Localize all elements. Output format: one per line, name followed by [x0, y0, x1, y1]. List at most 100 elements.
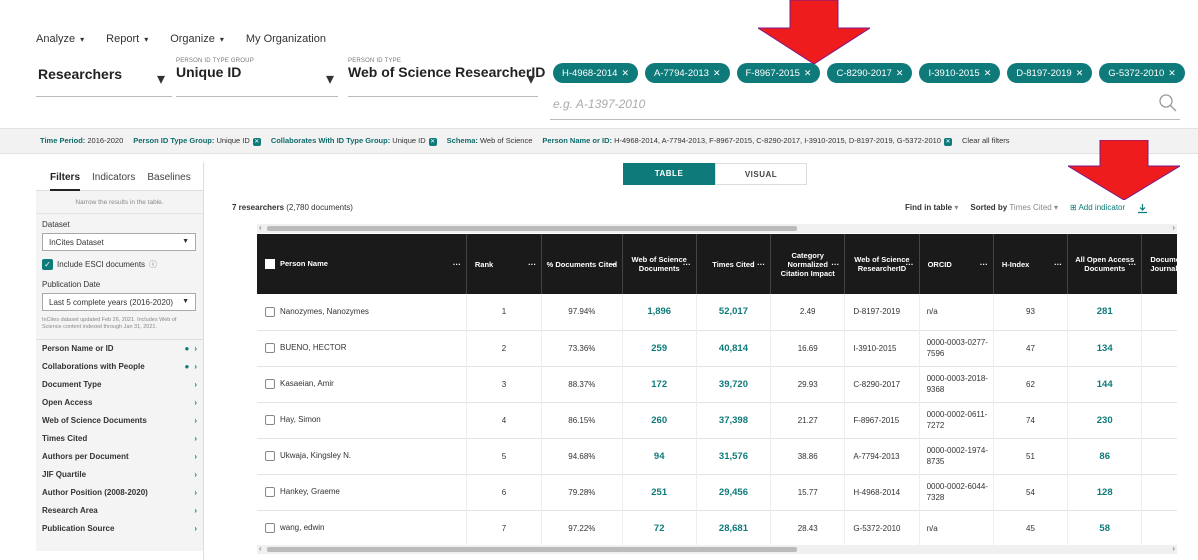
table-row[interactable]: Hankey, Graeme 6 79.28% 251 29,456 15.77 H-496…	[257, 474, 1177, 510]
row-checkbox[interactable]	[265, 306, 275, 317]
cell-wos-documents[interactable]: 259	[622, 330, 697, 366]
close-icon[interactable]: ✕	[984, 68, 992, 78]
esci-checkbox-row[interactable]: ✓ Include ESCI documents ⓘ	[42, 259, 203, 270]
nav-organize[interactable]: Organize ▾	[170, 33, 224, 45]
cell-wos-documents[interactable]: 1,896	[622, 294, 697, 330]
person-id-type-group-select[interactable]: PERSON ID TYPE GROUP Unique ID	[176, 58, 254, 80]
column-header-wos-documents[interactable]: Web of Science Documents ···	[622, 234, 697, 294]
chevron-down-icon[interactable]: ▾	[527, 69, 535, 89]
entity-select[interactable]: Researchers	[38, 66, 122, 82]
close-icon[interactable]: ✕	[1168, 68, 1176, 78]
tab-filters[interactable]: Filters	[50, 172, 81, 191]
id-chip[interactable]: C-8290-2017 ✕	[827, 63, 913, 83]
column-header-researcherid[interactable]: Web of Science ResearcherID ···	[844, 234, 920, 294]
cell-docs-q1[interactable]: 1	[1141, 330, 1177, 366]
chevron-down-icon[interactable]: ▾	[326, 69, 334, 89]
id-chip[interactable]: H-4968-2014 ✕	[553, 63, 639, 83]
scroll-right-icon[interactable]: ›	[1172, 223, 1175, 232]
cell-all-open-access[interactable]: 128	[1067, 474, 1143, 510]
table-row[interactable]: Hay, Simon 4 86.15% 260 37,398 21.27 F-8967-20…	[257, 402, 1177, 438]
cell-wos-documents[interactable]: 72	[622, 510, 697, 545]
cell-all-open-access[interactable]: 230	[1067, 402, 1143, 438]
id-chip[interactable]: A-7794-2013 ✕	[645, 63, 730, 83]
nav-analyze[interactable]: Analyze ▾	[36, 33, 84, 45]
cell-all-open-access[interactable]: 144	[1067, 366, 1143, 402]
cell-times-cited[interactable]: 39,720	[696, 366, 772, 402]
table-row[interactable]: Ukwaja, Kingsley N. 5 94.68% 94 31,576 38.86 A…	[257, 438, 1177, 474]
row-checkbox[interactable]	[265, 451, 275, 461]
cell-wos-documents[interactable]: 172	[622, 366, 697, 402]
table-row[interactable]: BUENO, HECTOR 2 73.36% 259 40,814 16.69 I-3910…	[257, 330, 1177, 366]
cell-times-cited[interactable]: 29,456	[696, 474, 772, 510]
column-header-all-open-access[interactable]: All Open Access Documents ···	[1067, 234, 1143, 294]
row-checkbox[interactable]	[265, 379, 275, 389]
sidebar-item-jif-quartile[interactable]: JIF Quartile ›	[36, 466, 203, 484]
cell-times-cited[interactable]: 37,398	[696, 402, 772, 438]
sidebar-item-publication-source[interactable]: Publication Source ›	[36, 520, 203, 538]
row-checkbox[interactable]	[265, 415, 275, 425]
id-search-input[interactable]: e.g. A-1397-2010	[553, 97, 645, 111]
horizontal-scrollbar-bottom[interactable]: ‹ ›	[257, 544, 1177, 554]
sidebar-item-collaborations[interactable]: Collaborations with People ● ›	[36, 358, 203, 376]
sidebar-item-wos-documents[interactable]: Web of Science Documents ›	[36, 412, 203, 430]
cell-all-open-access[interactable]: 86	[1067, 438, 1143, 474]
close-icon[interactable]: ✕	[713, 68, 721, 78]
cell-times-cited[interactable]: 28,681	[696, 510, 772, 545]
cell-docs-q1[interactable]: 1	[1141, 474, 1177, 510]
sort-select[interactable]: Sorted by Times Cited ▾	[970, 203, 1058, 216]
table-row[interactable]: Kasaeian, Amir 3 88.37% 172 39,720 29.93 C-829…	[257, 366, 1177, 402]
close-icon[interactable]: ✕	[943, 138, 952, 146]
person-id-type-select[interactable]: PERSON ID TYPE Web of Science Researcher…	[348, 58, 545, 80]
table-row[interactable]: Nanozymes, Nanozymes 1 97.94% 1,896 52,017 2.…	[257, 294, 1177, 330]
cell-wos-documents[interactable]: 260	[622, 402, 697, 438]
close-icon[interactable]: ✕	[252, 138, 261, 146]
column-header-times-cited[interactable]: Times Cited ↓ ···	[696, 234, 772, 294]
id-chip[interactable]: I-3910-2015 ✕	[919, 63, 1001, 83]
horizontal-scrollbar-top[interactable]: ‹ ›	[257, 223, 1177, 233]
column-header-rank[interactable]: Rank ···	[466, 234, 543, 294]
info-icon[interactable]: ⓘ	[149, 259, 157, 270]
sidebar-item-research-area[interactable]: Research Area ›	[36, 502, 203, 520]
cell-times-cited[interactable]: 52,017	[696, 294, 772, 330]
cell-times-cited[interactable]: 40,814	[696, 330, 772, 366]
select-all-checkbox[interactable]	[265, 259, 275, 269]
close-icon[interactable]: ✕	[428, 138, 437, 146]
close-icon[interactable]: ✕	[896, 68, 904, 78]
row-checkbox[interactable]	[265, 343, 275, 353]
sidebar-item-author-position[interactable]: Author Position (2008-2020) ›	[36, 484, 203, 502]
id-chip[interactable]: F-8967-2015 ✕	[736, 63, 821, 83]
table-row[interactable]: wang, edwin 7 97.22% 72 28,681 28.43 G-5372-20…	[257, 510, 1177, 545]
scroll-left-icon[interactable]: ‹	[259, 223, 262, 232]
scroll-left-icon[interactable]: ‹	[259, 544, 262, 553]
row-checkbox[interactable]	[265, 487, 275, 497]
tab-indicators[interactable]: Indicators	[92, 172, 135, 190]
sidebar-item-open-access[interactable]: Open Access ›	[36, 394, 203, 412]
column-header-docs-q1[interactable]: Documents in Q1 Journals	[1141, 234, 1177, 294]
cell-all-open-access[interactable]: 134	[1067, 330, 1143, 366]
table-view-button[interactable]: TABLE	[623, 163, 715, 185]
row-checkbox[interactable]	[265, 523, 275, 533]
cell-docs-q1[interactable]: 5	[1141, 510, 1177, 545]
nav-report[interactable]: Report ▾	[106, 33, 148, 45]
cell-docs-q1[interactable]: 1	[1141, 402, 1177, 438]
cell-docs-q1[interactable]: 8	[1141, 366, 1177, 402]
find-in-table-button[interactable]: Find in table ▾	[905, 203, 958, 216]
cell-times-cited[interactable]: 31,576	[696, 438, 772, 474]
cell-all-open-access[interactable]: 281	[1067, 294, 1143, 330]
scroll-thumb[interactable]	[267, 226, 797, 231]
sidebar-item-times-cited[interactable]: Times Cited ›	[36, 430, 203, 448]
close-icon[interactable]: ✕	[1076, 68, 1084, 78]
add-indicator-button[interactable]: ⊞ Add indicator	[1070, 203, 1125, 216]
visual-view-button[interactable]: VISUAL	[715, 163, 807, 185]
cell-all-open-access[interactable]: 58	[1067, 510, 1143, 545]
cell-wos-documents[interactable]: 94	[622, 438, 697, 474]
cell-docs-q1[interactable]: 6	[1141, 438, 1177, 474]
id-chip[interactable]: G-5372-2010 ✕	[1099, 63, 1185, 83]
sidebar-item-document-type[interactable]: Document Type ›	[36, 376, 203, 394]
close-icon[interactable]: ✕	[804, 68, 812, 78]
publication-date-select[interactable]: Last 5 complete years (2016-2020) ▼	[42, 293, 196, 311]
tab-baselines[interactable]: Baselines	[147, 172, 190, 190]
column-header-h-index[interactable]: H-Index ···	[993, 234, 1069, 294]
search-icon[interactable]	[1158, 93, 1178, 118]
download-icon[interactable]	[1137, 203, 1148, 216]
